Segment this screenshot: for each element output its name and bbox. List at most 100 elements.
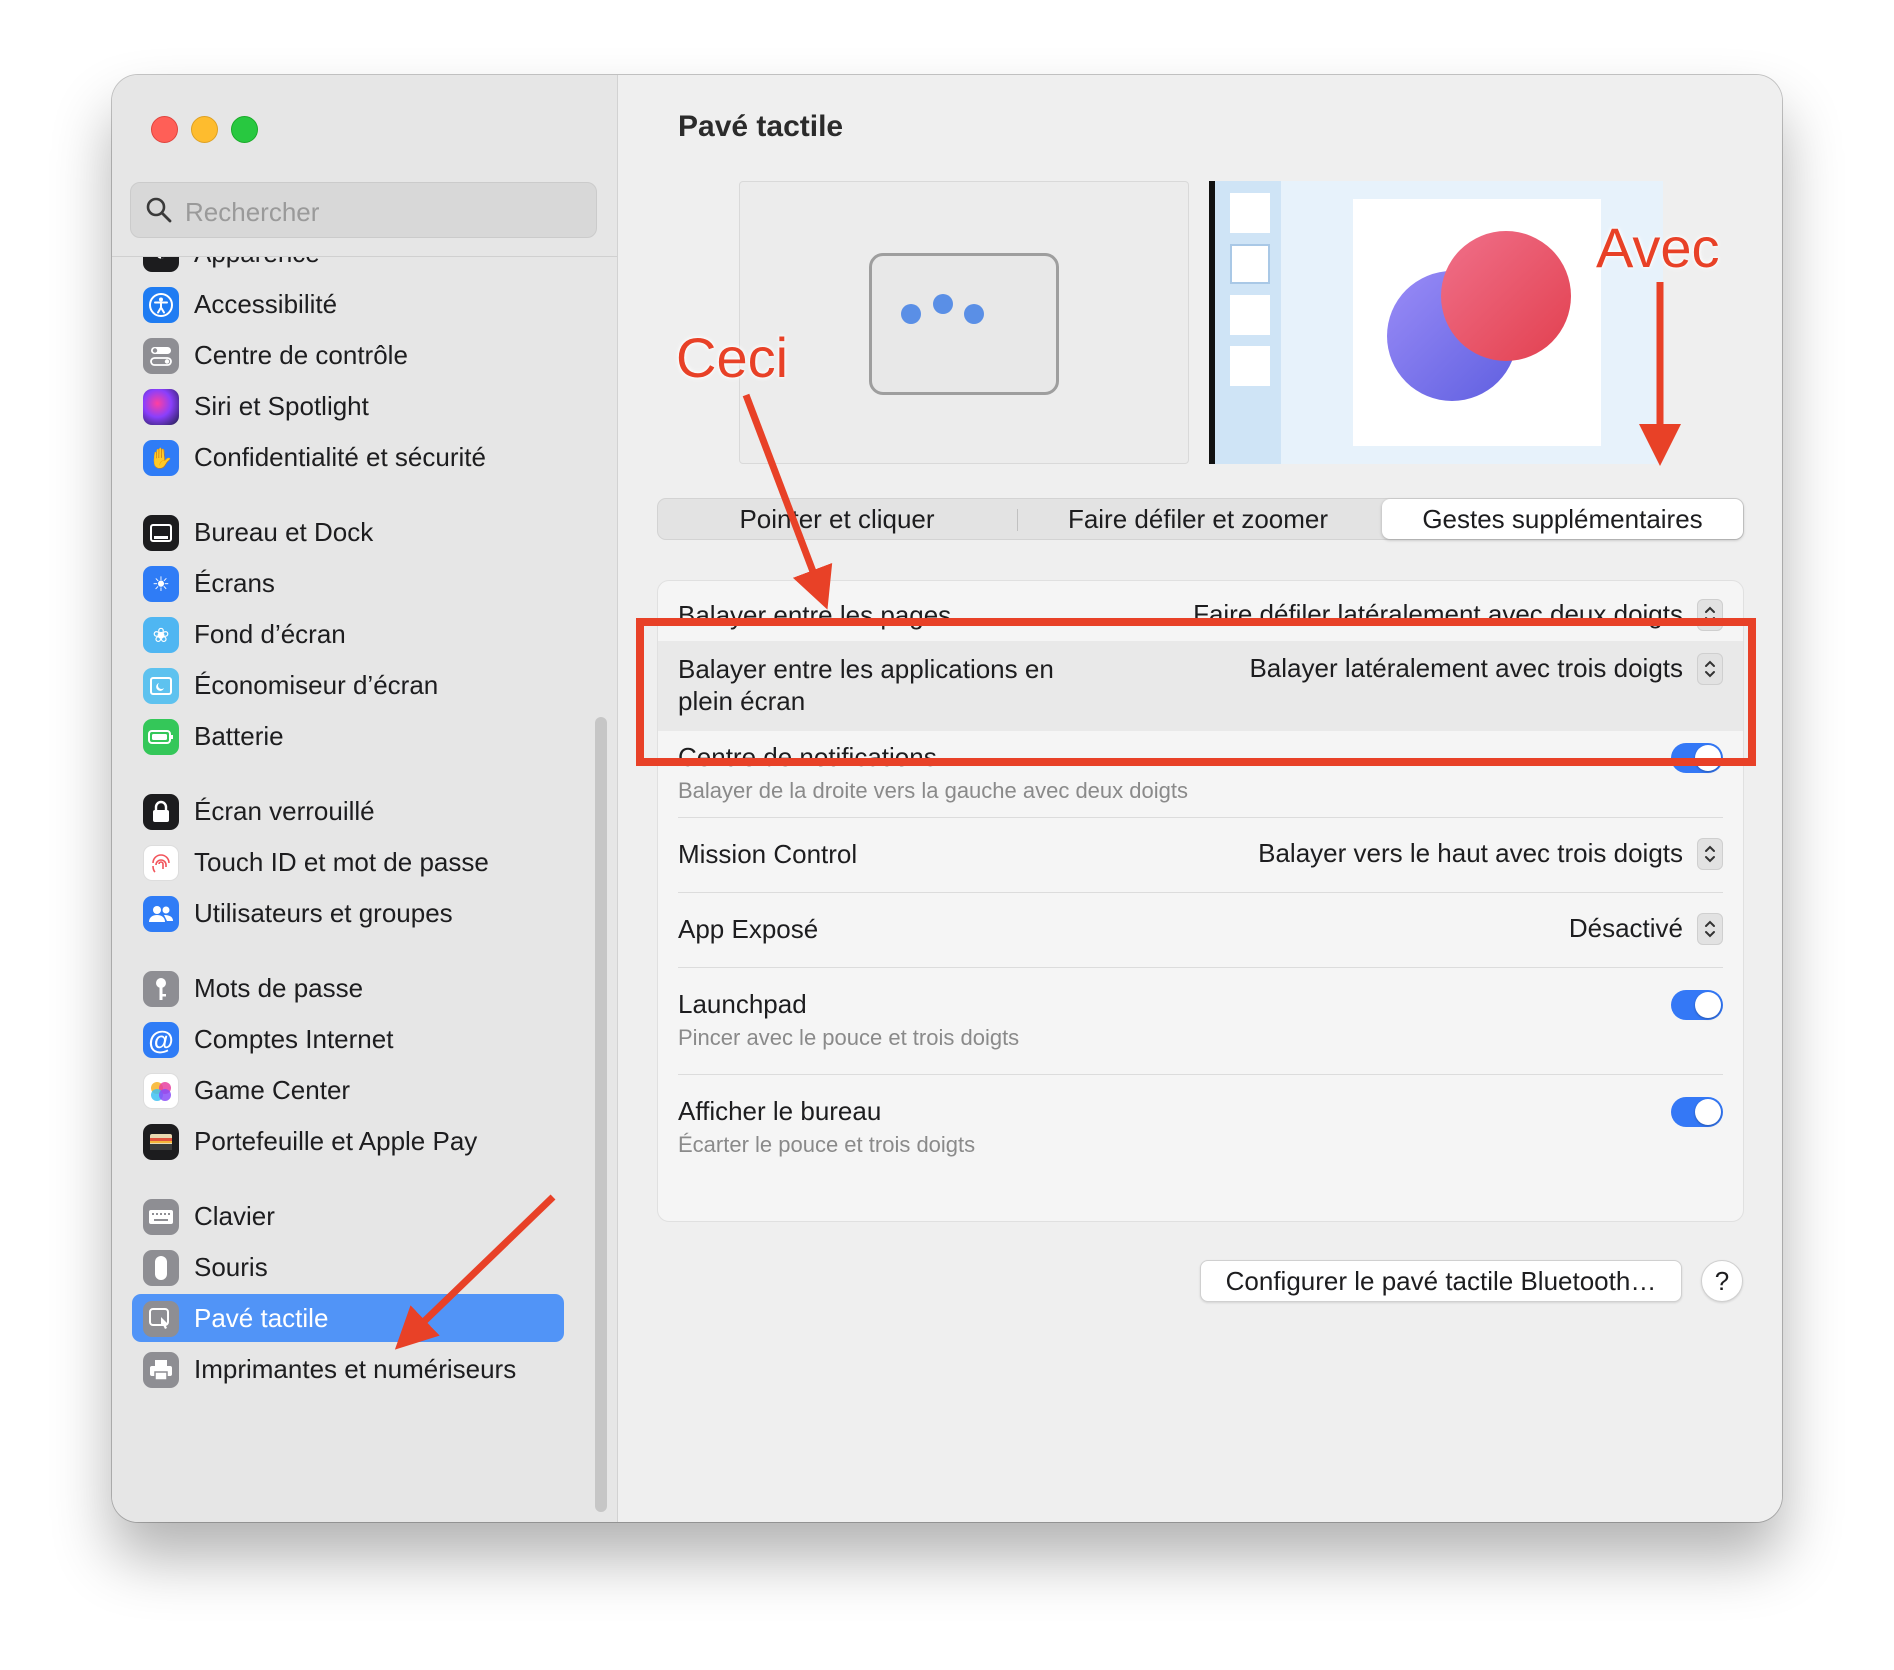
row-app-expose: App Exposé Désactivé — [658, 893, 1743, 967]
sidebar-item-mots-de-passe[interactable]: Mots de passe — [132, 964, 564, 1012]
sidebar-item-label: Fond d’écran — [194, 619, 346, 649]
sidebar-item-label: Souris — [194, 1252, 268, 1282]
search-placeholder: Rechercher — [185, 197, 320, 227]
fingerprint-icon — [143, 845, 179, 881]
sidebar-item-label: Confidentialité et sécurité — [194, 442, 486, 472]
overlapping-circles-illustration — [1387, 231, 1571, 401]
sidebar-item-bureau-dock[interactable]: Bureau et Dock — [132, 508, 564, 556]
sidebar-item-touch-id[interactable]: Touch ID et mot de passe — [132, 838, 564, 886]
hand-icon: ✋ — [143, 440, 179, 476]
gestures-settings-group: Balayer entre les pages Faire défiler la… — [657, 580, 1744, 1222]
siri-icon — [143, 389, 179, 425]
search-field[interactable]: Rechercher — [130, 182, 597, 238]
row-label: Balayer entre les applications en plein … — [678, 654, 1054, 716]
sidebar-item-label: Siri et Spotlight — [194, 391, 369, 421]
popup-value[interactable]: Balayer vers le haut avec trois doigts — [1258, 838, 1683, 869]
tab-defiler-zoomer[interactable]: Faire défiler et zoomer — [1018, 499, 1378, 539]
finger-dot — [901, 304, 921, 324]
control-center-icon — [143, 338, 179, 374]
popup-value[interactable]: Balayer latéralement avec trois doigts — [1249, 653, 1683, 684]
tab-gestes-supplementaires[interactable]: Gestes supplémentaires — [1382, 499, 1743, 539]
toggle-switch[interactable] — [1671, 990, 1723, 1020]
dock-icon — [143, 515, 179, 551]
sidebar-item-fond-ecran[interactable]: ❀ Fond d’écran — [132, 610, 564, 658]
row-description: Écarter le pouce et trois doigts — [678, 1132, 976, 1157]
row-afficher-bureau: Afficher le bureau Écarter le pouce et t… — [658, 1075, 1743, 1183]
settings-window: Rechercher ◐ Apparence Accessibilité Cen… — [112, 75, 1782, 1522]
stepper-icon[interactable] — [1697, 653, 1723, 685]
sidebar-item-label: Pavé tactile — [194, 1303, 329, 1333]
finger-dot — [933, 294, 953, 314]
wallet-icon — [143, 1124, 179, 1160]
row-description: Balayer de la droite vers la gauche avec… — [678, 778, 1188, 803]
sidebar-item-portefeuille[interactable]: Portefeuille et Apple Pay — [132, 1117, 564, 1165]
thumbnail-column — [1215, 181, 1281, 464]
accessibility-icon — [143, 287, 179, 323]
keyboard-icon — [143, 1199, 179, 1235]
mouse-icon — [143, 1250, 179, 1286]
sidebar-item-comptes-internet[interactable]: @ Comptes Internet — [132, 1015, 564, 1063]
sidebar-scrollbar[interactable] — [595, 717, 607, 1512]
sidebar-item-label: Utilisateurs et groupes — [194, 898, 453, 928]
sidebar-item-label: Game Center — [194, 1075, 351, 1105]
main-pane: Pavé tactile Pointer et cliquer Faire dé… — [618, 75, 1782, 1522]
row-balayer-applications: Balayer entre les applications en plein … — [658, 641, 1743, 731]
finger-dot — [964, 304, 984, 324]
sidebar-item-batterie[interactable]: Batterie — [132, 712, 564, 760]
trackpad-icon — [143, 1301, 179, 1337]
sidebar-item-pave-tactile[interactable]: Pavé tactile — [132, 1294, 564, 1342]
battery-icon — [143, 719, 179, 755]
sidebar-item-economiseur[interactable]: Économiseur d’écran — [132, 661, 564, 709]
page-title: Pavé tactile — [678, 110, 844, 143]
sidebar-item-siri[interactable]: Siri et Spotlight — [132, 382, 564, 430]
sidebar-item-apparence[interactable]: ◐ Apparence — [132, 257, 564, 277]
toggle-switch[interactable] — [1671, 1097, 1723, 1127]
sidebar-item-label: Économiseur d’écran — [194, 670, 439, 700]
tab-pointer-cliquer[interactable]: Pointer et cliquer — [658, 499, 1016, 539]
sidebar-item-confidentialite[interactable]: ✋ Confidentialité et sécurité — [132, 433, 564, 481]
sidebar-item-ecran-verrouille[interactable]: Écran verrouillé — [132, 787, 564, 835]
gesture-preview-screen — [1209, 181, 1663, 464]
gesture-preview-trackpad — [739, 181, 1189, 464]
row-label: Balayer entre les pages — [678, 600, 952, 630]
stepper-icon[interactable] — [1697, 838, 1723, 870]
sidebar-item-label: Écrans — [194, 568, 275, 598]
sidebar-item-clavier[interactable]: Clavier — [132, 1192, 564, 1240]
popup-value[interactable]: Faire défiler latéralement avec deux doi… — [1193, 599, 1683, 630]
toggle-switch[interactable] — [1671, 743, 1723, 773]
search-icon — [146, 197, 172, 223]
stepper-icon[interactable] — [1697, 599, 1723, 631]
sidebar-item-game-center[interactable]: Game Center — [132, 1066, 564, 1114]
space-thumbnail — [1230, 295, 1270, 335]
sidebar-item-souris[interactable]: Souris — [132, 1243, 564, 1291]
stepper-icon[interactable] — [1697, 913, 1723, 945]
sidebar-item-imprimantes[interactable]: Imprimantes et numériseurs — [132, 1345, 564, 1393]
sidebar-item-label: Écran verrouillé — [194, 796, 375, 826]
fullscreen-app-illustration — [1353, 199, 1601, 446]
lock-icon — [143, 794, 179, 830]
row-label: Centre de notifications — [678, 742, 937, 772]
sidebar-list: ◐ Apparence Accessibilité Centre de cont… — [112, 257, 617, 1522]
sidebar-item-utilisateurs[interactable]: Utilisateurs et groupes — [132, 889, 564, 937]
appearance-icon: ◐ — [143, 257, 179, 272]
users-icon — [143, 896, 179, 932]
row-mission-control: Mission Control Balayer vers le haut ave… — [658, 818, 1743, 892]
sidebar-item-accessibilite[interactable]: Accessibilité — [132, 280, 564, 328]
help-button[interactable]: ? — [1701, 1260, 1743, 1302]
sidebar-item-label: Touch ID et mot de passe — [194, 847, 489, 877]
sidebar-item-label: Batterie — [194, 721, 284, 751]
row-label: Mission Control — [678, 839, 858, 869]
minimize-window-button[interactable] — [191, 116, 218, 143]
close-window-button[interactable] — [151, 116, 178, 143]
configure-bluetooth-trackpad-button[interactable]: Configurer le pavé tactile Bluetooth… — [1200, 1260, 1682, 1302]
sidebar-item-ecrans[interactable]: ☀ Écrans — [132, 559, 564, 607]
sidebar-item-centre-de-controle[interactable]: Centre de contrôle — [132, 331, 564, 379]
sidebar-item-label: Clavier — [194, 1201, 275, 1231]
screensaver-icon — [143, 668, 179, 704]
sidebar-item-label: Accessibilité — [194, 289, 338, 319]
popup-value[interactable]: Désactivé — [1569, 913, 1683, 944]
at-icon: @ — [143, 1022, 179, 1058]
zoom-window-button[interactable] — [231, 116, 258, 143]
key-icon — [143, 971, 179, 1007]
space-thumbnail — [1230, 346, 1270, 386]
